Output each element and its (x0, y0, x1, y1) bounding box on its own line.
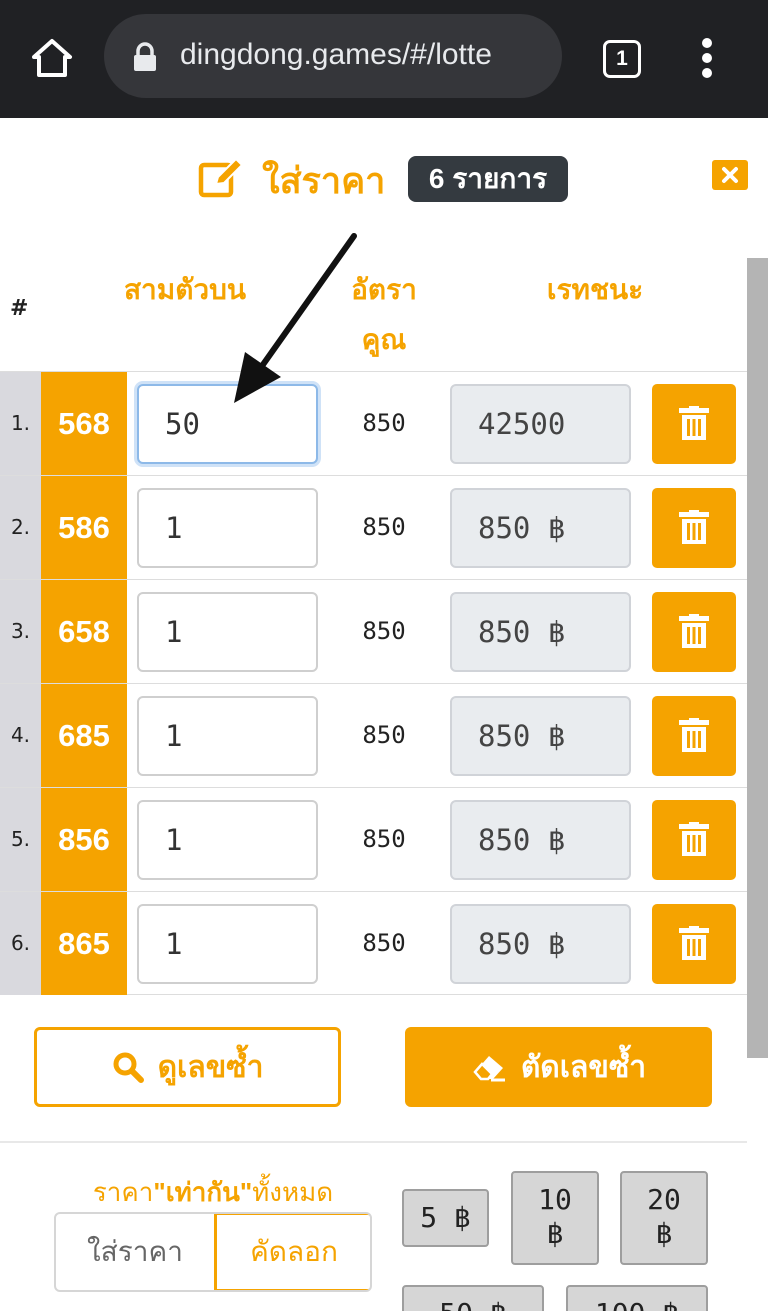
bet-number: 658 (41, 580, 127, 683)
amount-input[interactable] (137, 384, 318, 464)
eraser-icon (473, 1056, 505, 1082)
payout-rate: 850 (362, 409, 406, 437)
enter-price-option[interactable]: ใส่ราคา (56, 1214, 214, 1290)
column-header-win: เรทชนะ (546, 274, 644, 305)
tab-switcher-button[interactable]: 1 (603, 40, 641, 78)
view-duplicates-button[interactable]: ดูเลขซ้ำ (34, 1027, 341, 1107)
close-icon (722, 167, 738, 183)
payout-rate: 850 (362, 617, 406, 645)
trash-icon (679, 614, 709, 648)
delete-button[interactable] (652, 800, 736, 880)
win-amount: 850 ฿ (450, 904, 631, 984)
payout-rate: 850 (362, 825, 406, 853)
url-text: dingdong.games/#/lotte (180, 38, 492, 71)
column-header-rate-line2: คูณ (361, 324, 407, 355)
bet-number: 586 (41, 476, 127, 579)
price-chip-50[interactable]: 50 ฿ (402, 1285, 544, 1311)
bet-number: 685 (41, 684, 127, 787)
modal-title: ใส่ราคา (262, 160, 386, 201)
remove-duplicates-label: ตัดเลขซ้ำ (520, 1050, 647, 1084)
price-chip-10[interactable]: 10 ฿ (511, 1171, 599, 1265)
delete-button[interactable] (652, 904, 736, 984)
lock-icon (134, 42, 156, 71)
table-row: 6. 865 850 850 ฿ (0, 891, 747, 995)
edit-icon (198, 158, 244, 198)
browser-toolbar: dingdong.games/#/lotte 1 (0, 0, 768, 118)
amount-input[interactable] (137, 904, 318, 984)
same-price-suffix: ทั้งหมด (252, 1177, 334, 1207)
remove-duplicates-button[interactable]: ตัดเลขซ้ำ (405, 1027, 712, 1107)
table-row: 1. 568 850 42500 (0, 371, 747, 475)
column-header-bet-type: สามตัวบน (123, 274, 247, 305)
delete-button[interactable] (652, 488, 736, 568)
item-count-badge: 6 รายการ (408, 156, 568, 202)
price-chip-100[interactable]: 100 ฿ (566, 1285, 708, 1311)
same-price-label: ราคา"เท่ากัน"ทั้งหมด (54, 1172, 372, 1213)
delete-button[interactable] (652, 384, 736, 464)
payout-rate: 850 (362, 513, 406, 541)
price-chip-20-value: 20 (647, 1183, 681, 1216)
win-amount: 850 ฿ (450, 488, 631, 568)
table-row: 3. 658 850 850 ฿ (0, 579, 747, 683)
view-duplicates-label: ดูเลขซ้ำ (157, 1050, 264, 1084)
win-amount: 42500 (450, 384, 631, 464)
bet-list: 1. 568 850 42500 2. 586 850 850 ฿ 3. 658… (0, 371, 747, 995)
trash-icon (679, 718, 709, 752)
win-amount: 850 ฿ (450, 592, 631, 672)
payout-rate: 850 (362, 929, 406, 957)
trash-icon (679, 406, 709, 440)
table-row: 4. 685 850 850 ฿ (0, 683, 747, 787)
price-chip-10-value: 10 (538, 1183, 572, 1216)
amount-input[interactable] (137, 800, 318, 880)
row-index: 4. (0, 684, 41, 787)
section-divider (0, 1141, 747, 1143)
address-bar[interactable]: dingdong.games/#/lotte (104, 14, 562, 98)
payout-rate: 850 (362, 721, 406, 749)
bet-number: 568 (41, 372, 127, 475)
close-button[interactable] (712, 160, 748, 190)
amount-input[interactable] (137, 696, 318, 776)
price-chip-20-currency: ฿ (655, 1217, 673, 1250)
row-index: 2. (0, 476, 41, 579)
same-price-prefix: ราคา (92, 1177, 154, 1207)
row-index: 5. (0, 788, 41, 891)
price-mode-toggle: ใส่ราคา คัดลอก (54, 1212, 372, 1292)
row-index: 6. (0, 892, 41, 995)
trash-icon (679, 926, 709, 960)
amount-input[interactable] (137, 488, 318, 568)
table-row: 5. 856 850 850 ฿ (0, 787, 747, 891)
delete-button[interactable] (652, 696, 736, 776)
same-price-bold: "เท่ากัน" (153, 1177, 253, 1207)
search-icon (113, 1052, 144, 1083)
price-chip-5[interactable]: 5 ฿ (402, 1189, 489, 1247)
amount-input[interactable] (137, 592, 318, 672)
table-row: 2. 586 850 850 ฿ (0, 475, 747, 579)
trash-icon (679, 822, 709, 856)
bet-number: 856 (41, 788, 127, 891)
home-icon[interactable] (30, 36, 74, 80)
trash-icon (679, 510, 709, 544)
price-chip-20[interactable]: 20 ฿ (620, 1171, 708, 1265)
price-chip-10-currency: ฿ (546, 1217, 564, 1250)
bet-number: 865 (41, 892, 127, 995)
copy-price-option[interactable]: คัดลอก (214, 1214, 370, 1290)
delete-button[interactable] (652, 592, 736, 672)
win-amount: 850 ฿ (450, 800, 631, 880)
win-amount: 850 ฿ (450, 696, 631, 776)
column-header-index: # (10, 296, 29, 321)
more-options-icon[interactable] (697, 36, 717, 80)
row-index: 1. (0, 372, 41, 475)
row-index: 3. (0, 580, 41, 683)
scrollbar[interactable] (747, 258, 768, 1058)
column-header-rate-line1: อัตรา (351, 274, 417, 305)
